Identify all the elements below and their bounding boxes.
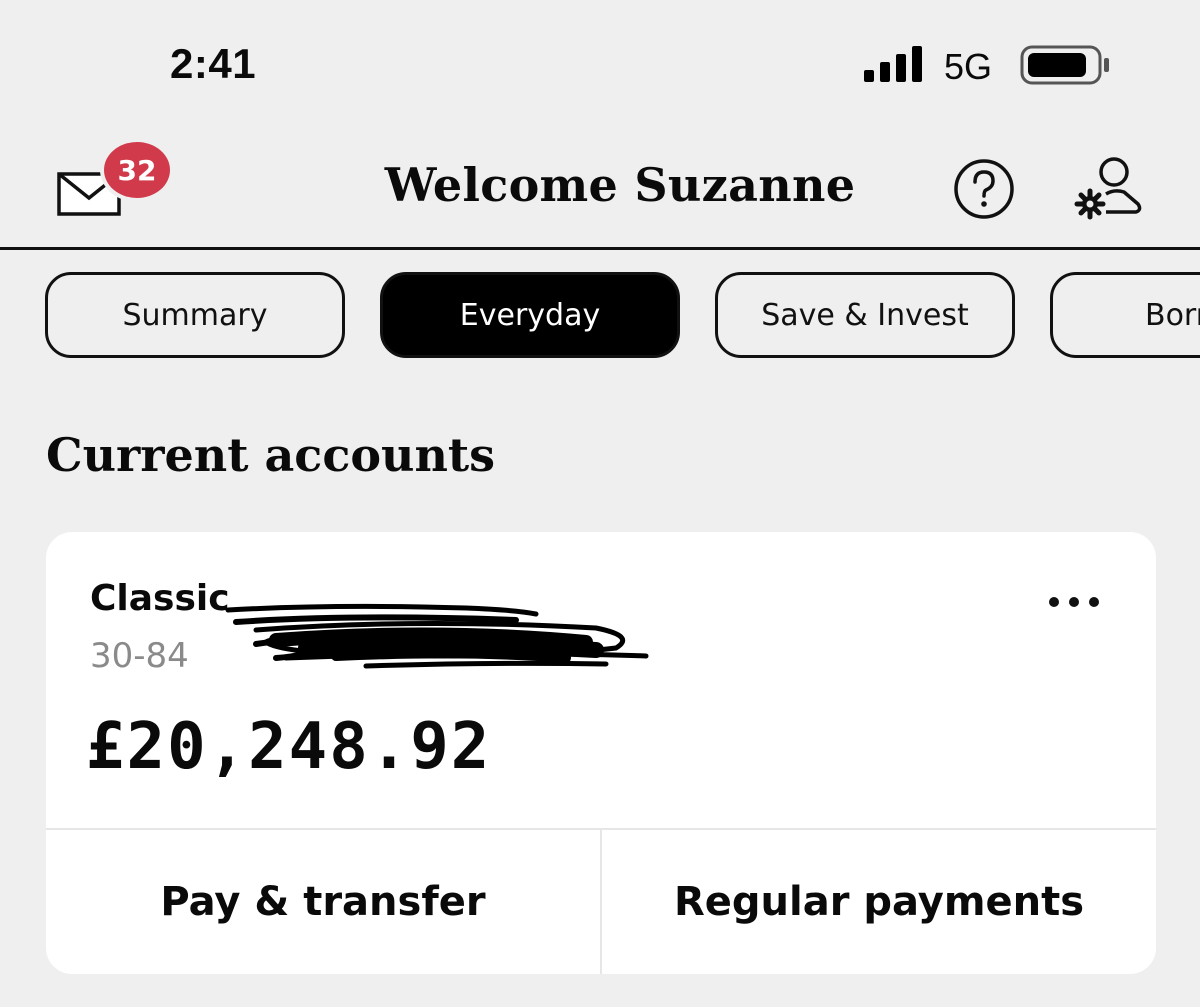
- redaction-scribble: [225, 603, 649, 669]
- app-screen: 2:41 5G 32 Welcome Suzanne Summary Every…: [0, 0, 1200, 1007]
- battery-icon: [1020, 45, 1109, 85]
- section-tabs: Summary Everyday Save & Invest Borr: [0, 272, 1200, 362]
- app-header: 32 Welcome Suzanne: [0, 120, 1200, 250]
- signal-icon: [864, 46, 922, 82]
- pay-transfer-button[interactable]: Pay & transfer: [46, 830, 600, 974]
- account-sort-code: 30-84: [90, 636, 189, 676]
- tab-summary[interactable]: Summary: [45, 272, 345, 358]
- profile-settings-icon: [1074, 157, 1142, 220]
- page-title: Welcome Suzanne: [384, 158, 856, 212]
- status-time: 2:41: [170, 40, 257, 87]
- account-balance: £20,248.92: [86, 710, 492, 784]
- regular-payments-button[interactable]: Regular payments: [600, 830, 1156, 974]
- more-options-icon: [1049, 597, 1099, 607]
- account-name: Classic: [90, 578, 230, 619]
- section-title: Current accounts: [46, 428, 496, 482]
- more-options-button[interactable]: [1042, 584, 1112, 620]
- tab-borrow[interactable]: Borr: [1050, 272, 1200, 358]
- tab-save-invest[interactable]: Save & Invest: [715, 272, 1015, 358]
- tab-everyday[interactable]: Everyday: [380, 272, 680, 358]
- account-actions: Pay & transfer Regular payments: [46, 828, 1156, 974]
- help-icon: [954, 159, 1014, 219]
- account-card[interactable]: Classic 30-84 £20,248.92 Pay & transfer …: [46, 532, 1156, 974]
- network-label: 5G: [944, 46, 993, 87]
- status-bar: 2:41 5G: [0, 0, 1200, 120]
- profile-settings-button[interactable]: [1072, 156, 1146, 222]
- help-button[interactable]: [953, 158, 1015, 220]
